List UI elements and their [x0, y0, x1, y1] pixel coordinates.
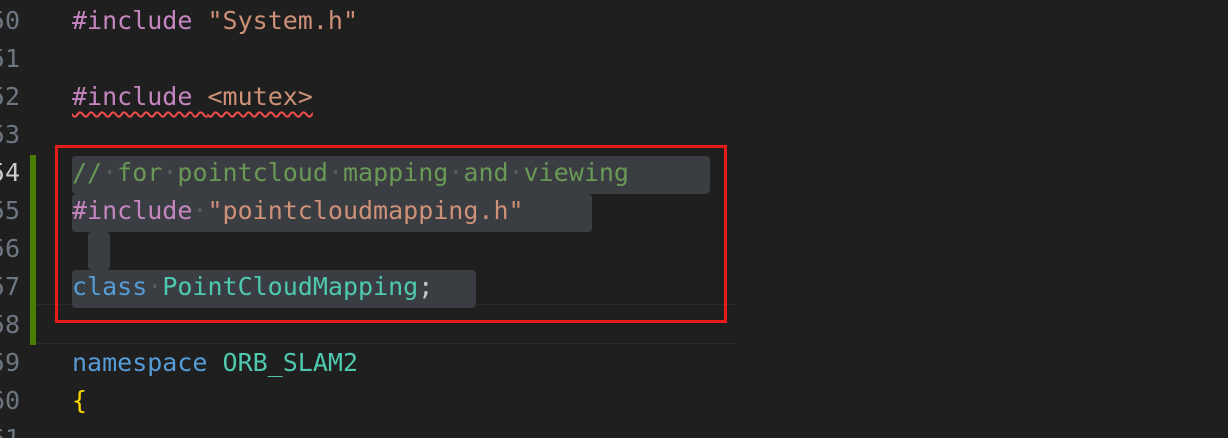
- open-brace: {: [72, 386, 88, 415]
- line-number: 50: [0, 6, 20, 35]
- line-number: 51: [0, 44, 20, 73]
- code-line-52[interactable]: #include <mutex>: [72, 78, 313, 116]
- code-line-59[interactable]: namespace ORB_SLAM2: [72, 344, 358, 382]
- include-path: <mutex>: [207, 82, 313, 111]
- line-number: 54: [0, 158, 20, 187]
- annotation-highlight-box: [55, 145, 727, 323]
- line-number: 61: [0, 420, 20, 438]
- line-number: 60: [0, 386, 20, 415]
- line-number: 57: [0, 272, 20, 301]
- code-line-50[interactable]: #include "System.h": [72, 2, 358, 40]
- preprocessor-directive: #include: [72, 6, 193, 35]
- error-squiggle[interactable]: #include <mutex>: [72, 82, 313, 111]
- line-number: 58: [0, 310, 20, 339]
- line-number: 59: [0, 348, 20, 377]
- line-number: 52: [0, 82, 20, 111]
- code-line-60[interactable]: {: [72, 382, 87, 420]
- preprocessor-directive: #include: [72, 82, 193, 111]
- line-number: 53: [0, 120, 20, 149]
- line-number-gutter: 50 51 52 53 54 55 56 57 58 59 60 61: [0, 0, 30, 438]
- namespace-keyword: namespace: [72, 348, 208, 377]
- line-number: 55: [0, 196, 20, 225]
- include-path: "System.h": [207, 6, 358, 35]
- namespace-name: ORB_SLAM2: [222, 348, 358, 377]
- line-number: 56: [0, 234, 20, 263]
